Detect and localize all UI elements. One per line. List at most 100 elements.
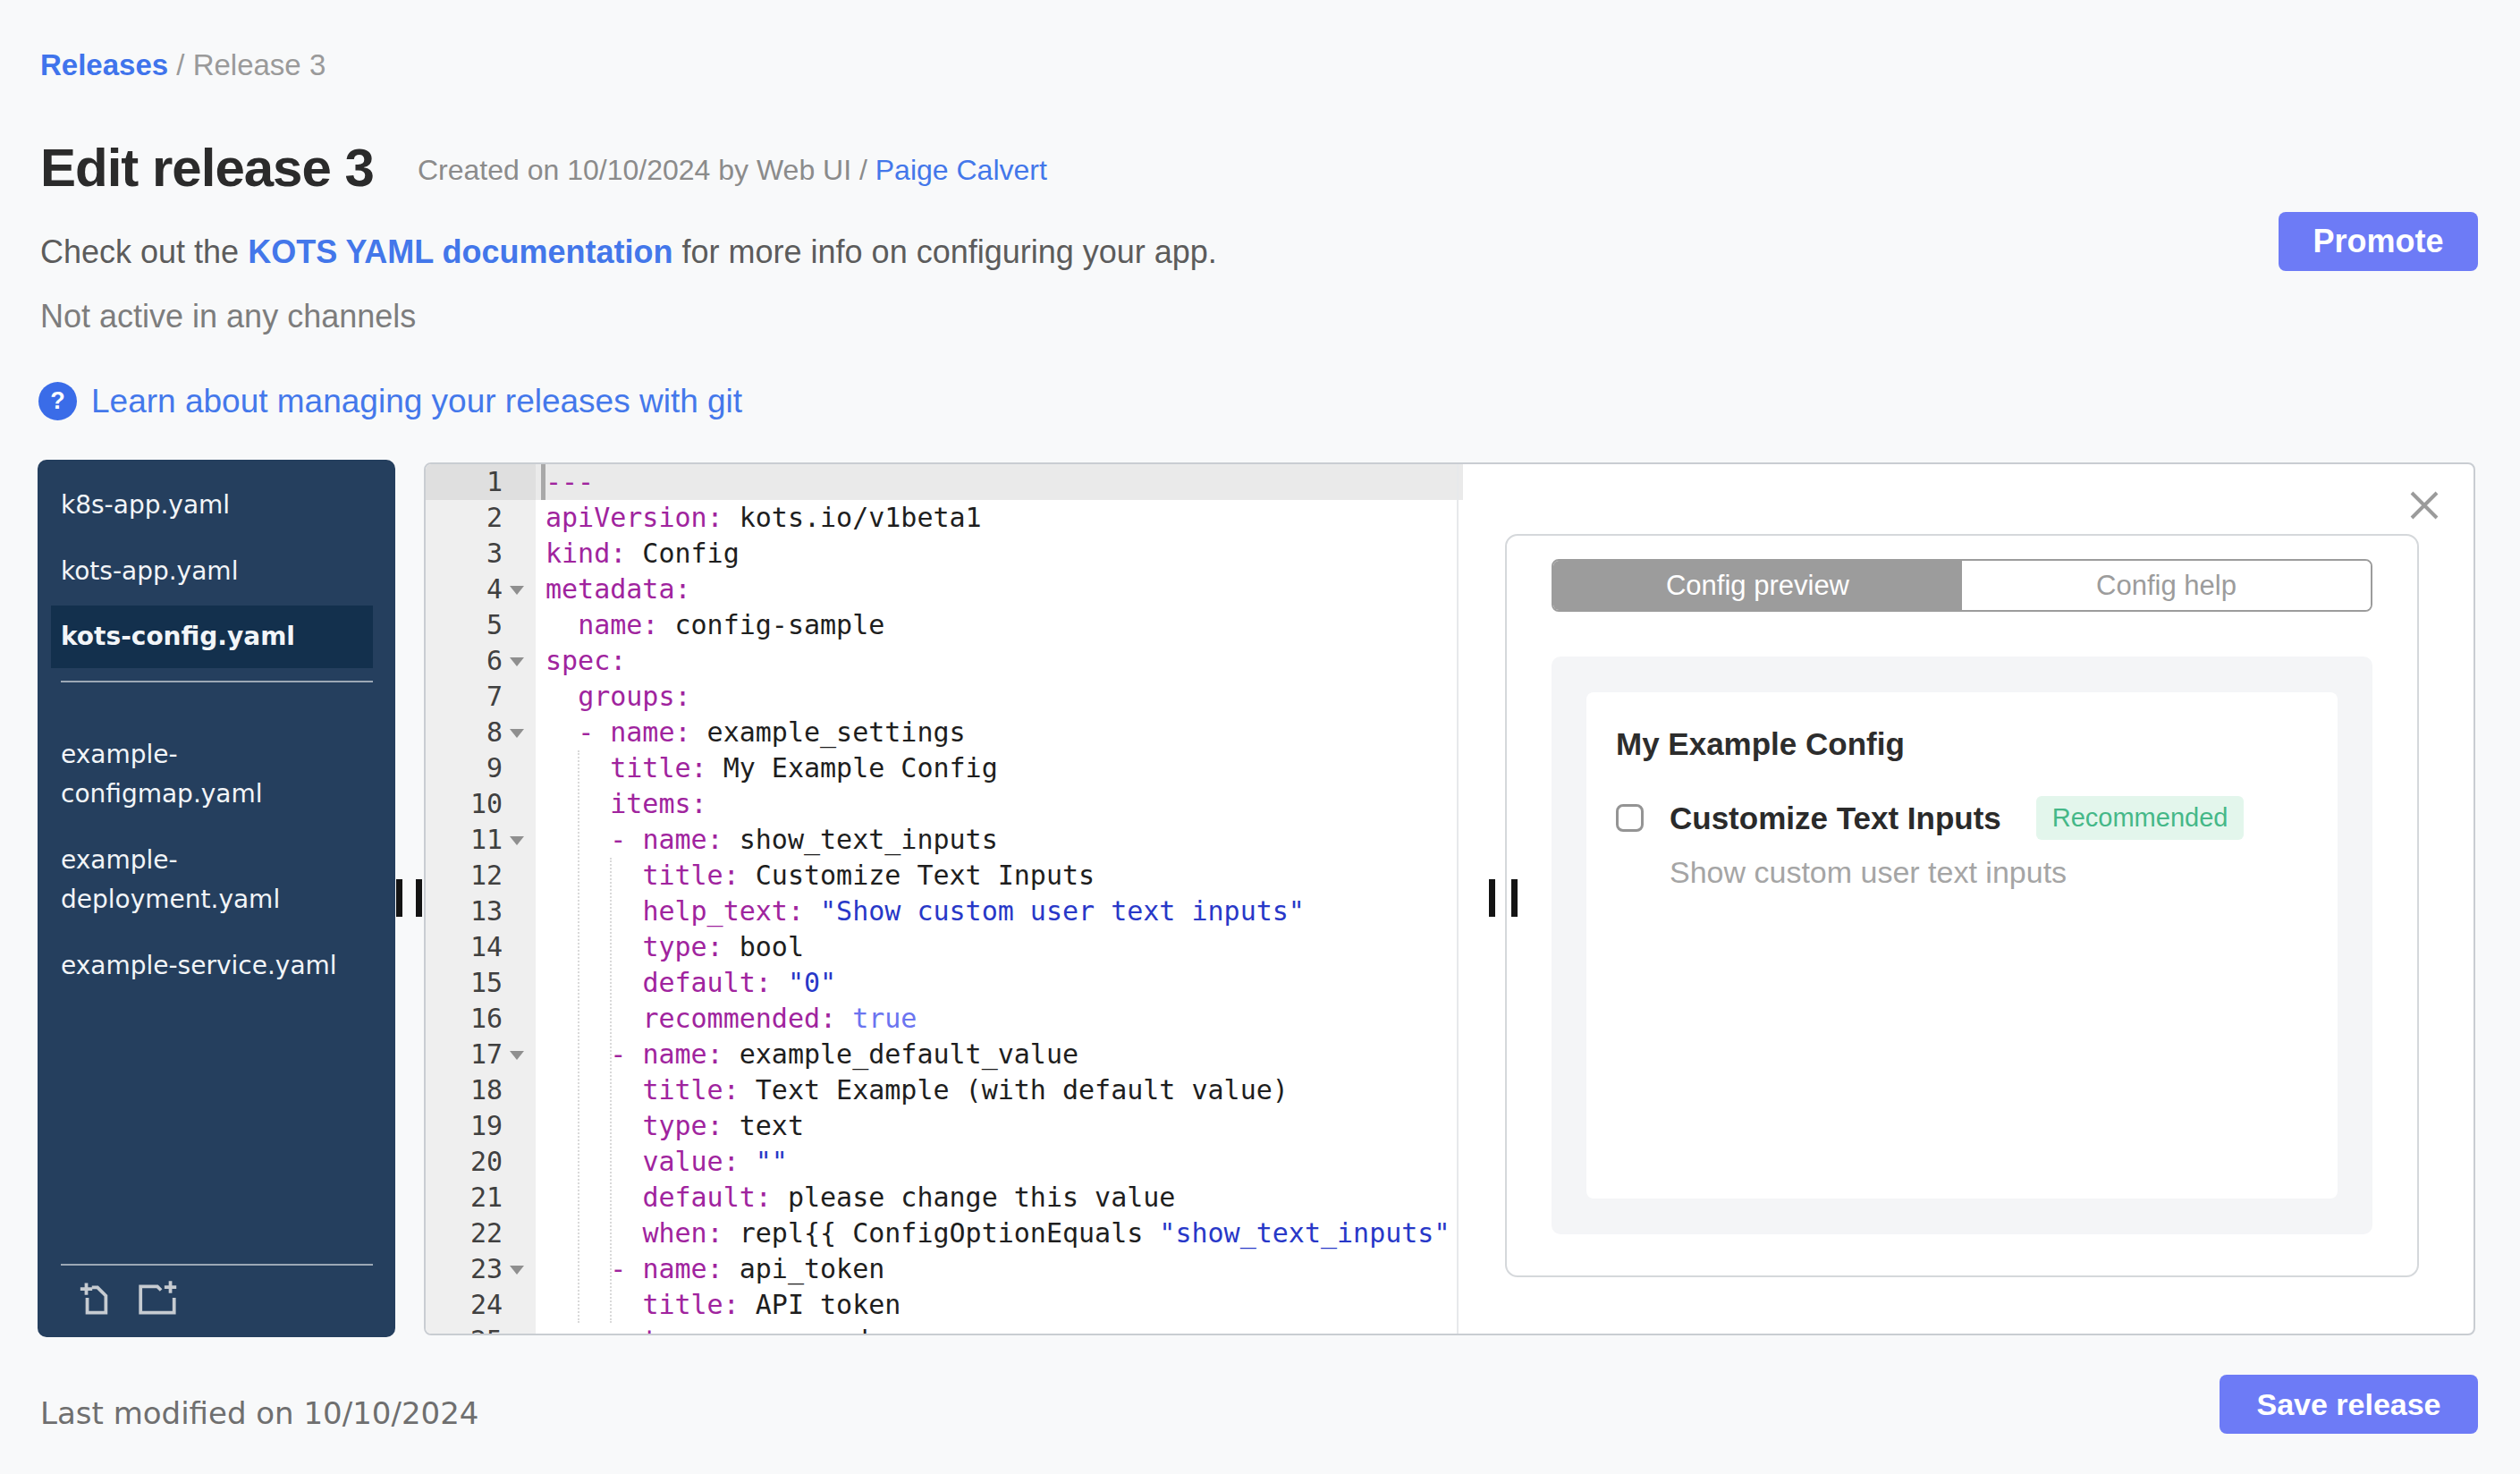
- breadcrumb-separator: /: [168, 48, 193, 81]
- preview-resize-handle[interactable]: [1511, 879, 1518, 917]
- gutter-line-number: 14: [426, 929, 536, 965]
- config-checkbox[interactable]: [1616, 804, 1644, 832]
- sidebar-resize-handle[interactable]: [416, 879, 422, 917]
- config-group-title: My Example Config: [1616, 726, 2338, 762]
- file-sidebar: k8s-app.yaml kots-app.yaml kots-config.yam…: [38, 460, 395, 1337]
- code-line-22[interactable]: 22 when: repl{{ ConfigOptionEquals "show…: [426, 1216, 1463, 1251]
- docs-prefix: Check out the: [40, 233, 248, 270]
- fold-arrow-icon[interactable]: [510, 586, 524, 595]
- editor-workbench: 1---2apiVersion: kots.io/v1beta13kind: C…: [424, 462, 2475, 1335]
- code-line-10[interactable]: 10 items:: [426, 786, 1463, 822]
- preview-resize-handle[interactable]: [1489, 879, 1495, 917]
- gutter-line-number: 10: [426, 786, 536, 822]
- save-release-button[interactable]: Save release: [2220, 1375, 2478, 1434]
- promote-button[interactable]: Promote: [2279, 212, 2478, 271]
- preview-tabs: Config preview Config help: [1552, 559, 2372, 612]
- indent-guide: [578, 750, 579, 1323]
- gutter-line-number: 16: [426, 1001, 536, 1037]
- fold-arrow-icon[interactable]: [510, 1051, 524, 1060]
- code-line-18[interactable]: 18 title: Text Example (with default val…: [426, 1072, 1463, 1108]
- config-group-card: My Example Config Customize Text Inputs …: [1586, 692, 2338, 1199]
- channel-status: Not active in any channels: [40, 298, 416, 335]
- created-info: Created on 10/10/2024 by Web UI / Paige …: [418, 154, 1047, 187]
- tab-config-help[interactable]: Config help: [1962, 561, 2371, 610]
- code-line-16[interactable]: 16 recommended: true: [426, 1001, 1463, 1037]
- code-line-4[interactable]: 4metadata:: [426, 572, 1463, 607]
- gutter-line-number: 2: [426, 500, 536, 536]
- config-item-row: Customize Text Inputs Recommended: [1616, 796, 2338, 840]
- tab-config-preview[interactable]: Config preview: [1553, 561, 1962, 610]
- code-line-13[interactable]: 13 help_text: "Show custom user text inp…: [426, 894, 1463, 929]
- breadcrumb: Releases / Release 3: [40, 48, 326, 82]
- gutter-line-number: 25: [426, 1323, 536, 1335]
- gutter-line-number: 13: [426, 894, 536, 929]
- text-cursor: [541, 464, 545, 500]
- sidebar-file-kots-app.yaml[interactable]: kots-app.yaml: [51, 552, 373, 591]
- file-list: k8s-app.yaml kots-app.yaml kots-config.yam…: [38, 486, 395, 986]
- gutter-line-number: 22: [426, 1216, 536, 1251]
- gutter-line-number: 20: [426, 1144, 536, 1180]
- breadcrumb-releases-link[interactable]: Releases: [40, 48, 168, 81]
- gutter-line-number: 15: [426, 965, 536, 1001]
- sidebar-footer: [61, 1264, 373, 1323]
- question-icon: ?: [38, 382, 77, 420]
- code-line-21[interactable]: 21 default: please change this value: [426, 1180, 1463, 1216]
- sidebar-file-example-deployment.yaml[interactable]: example-deployment.yaml: [51, 841, 373, 919]
- code-line-24[interactable]: 24 title: API token: [426, 1287, 1463, 1323]
- code-line-14[interactable]: 14 type: bool: [426, 929, 1463, 965]
- code-line-7[interactable]: 7 groups:: [426, 679, 1463, 715]
- git-releases-link[interactable]: Learn about managing your releases with …: [91, 383, 742, 420]
- gutter-line-number: 9: [426, 750, 536, 786]
- gutter-line-number: 18: [426, 1072, 536, 1108]
- kots-docs-link[interactable]: KOTS YAML documentation: [248, 233, 672, 270]
- code-line-3[interactable]: 3kind: Config: [426, 536, 1463, 572]
- editor-right-edge: [1457, 464, 1459, 1335]
- code-line-19[interactable]: 19 type: text: [426, 1108, 1463, 1144]
- gutter-line-number: 21: [426, 1180, 536, 1216]
- sidebar-file-kots-config.yaml[interactable]: kots-config.yaml: [51, 606, 373, 668]
- breadcrumb-current: Release 3: [193, 48, 326, 81]
- last-modified: Last modified on 10/10/2024: [40, 1395, 478, 1431]
- fold-arrow-icon[interactable]: [510, 836, 524, 845]
- gutter-line-number: 12: [426, 858, 536, 894]
- created-text: Created on 10/10/2024 by Web UI /: [418, 154, 875, 186]
- fold-arrow-icon[interactable]: [510, 1266, 524, 1275]
- config-preview-panel: My Example Config Customize Text Inputs …: [1552, 657, 2372, 1234]
- code-line-12[interactable]: 12 title: Customize Text Inputs: [426, 858, 1463, 894]
- sidebar-file-example-service.yaml[interactable]: example-service.yaml: [51, 946, 373, 986]
- add-file-icon[interactable]: [75, 1278, 120, 1323]
- docs-suffix: for more info on configuring your app.: [673, 233, 1217, 270]
- author-link[interactable]: Paige Calvert: [875, 154, 1047, 186]
- fold-arrow-icon[interactable]: [510, 729, 524, 738]
- code-line-2[interactable]: 2apiVersion: kots.io/v1beta1: [426, 500, 1463, 536]
- config-item-help: Show custom user text inputs: [1670, 855, 2338, 890]
- gutter-line-number: 17: [426, 1037, 536, 1072]
- gutter-line-number: 23: [426, 1251, 536, 1287]
- code-line-11[interactable]: 11 - name: show_text_inputs: [426, 822, 1463, 858]
- close-icon[interactable]: [2408, 489, 2440, 521]
- code-line-5[interactable]: 5 name: config-sample: [426, 607, 1463, 643]
- code-line-23[interactable]: 23 - name: api_token: [426, 1251, 1463, 1287]
- code-line-8[interactable]: 8 - name: example_settings: [426, 715, 1463, 750]
- gutter-line-number: 11: [426, 822, 536, 858]
- sidebar-file-example-configmap.yaml[interactable]: example-configmap.yaml: [51, 735, 373, 814]
- fold-arrow-icon[interactable]: [510, 657, 524, 666]
- add-folder-icon[interactable]: [136, 1278, 181, 1323]
- gutter-line-number: 19: [426, 1108, 536, 1144]
- code-line-20[interactable]: 20 value: "": [426, 1144, 1463, 1180]
- gutter-line-number: 4: [426, 572, 536, 607]
- gutter-line-number: 5: [426, 607, 536, 643]
- sidebar-file-k8s-app.yaml[interactable]: k8s-app.yaml: [51, 486, 373, 525]
- indent-guide: [610, 858, 612, 1323]
- sidebar-resize-handle[interactable]: [396, 879, 402, 917]
- code-line-6[interactable]: 6spec:: [426, 643, 1463, 679]
- code-line-25[interactable]: 25 type: password: [426, 1323, 1463, 1335]
- code-line-1[interactable]: 1---: [426, 464, 1463, 500]
- code-line-9[interactable]: 9 title: My Example Config: [426, 750, 1463, 786]
- git-help-row: ? Learn about managing your releases wit…: [38, 382, 742, 420]
- gutter-line-number: 7: [426, 679, 536, 715]
- code-line-17[interactable]: 17 - name: example_default_value: [426, 1037, 1463, 1072]
- code-line-15[interactable]: 15 default: "0": [426, 965, 1463, 1001]
- recommended-badge: Recommended: [2036, 796, 2245, 840]
- gutter-line-number: 1: [426, 464, 536, 500]
